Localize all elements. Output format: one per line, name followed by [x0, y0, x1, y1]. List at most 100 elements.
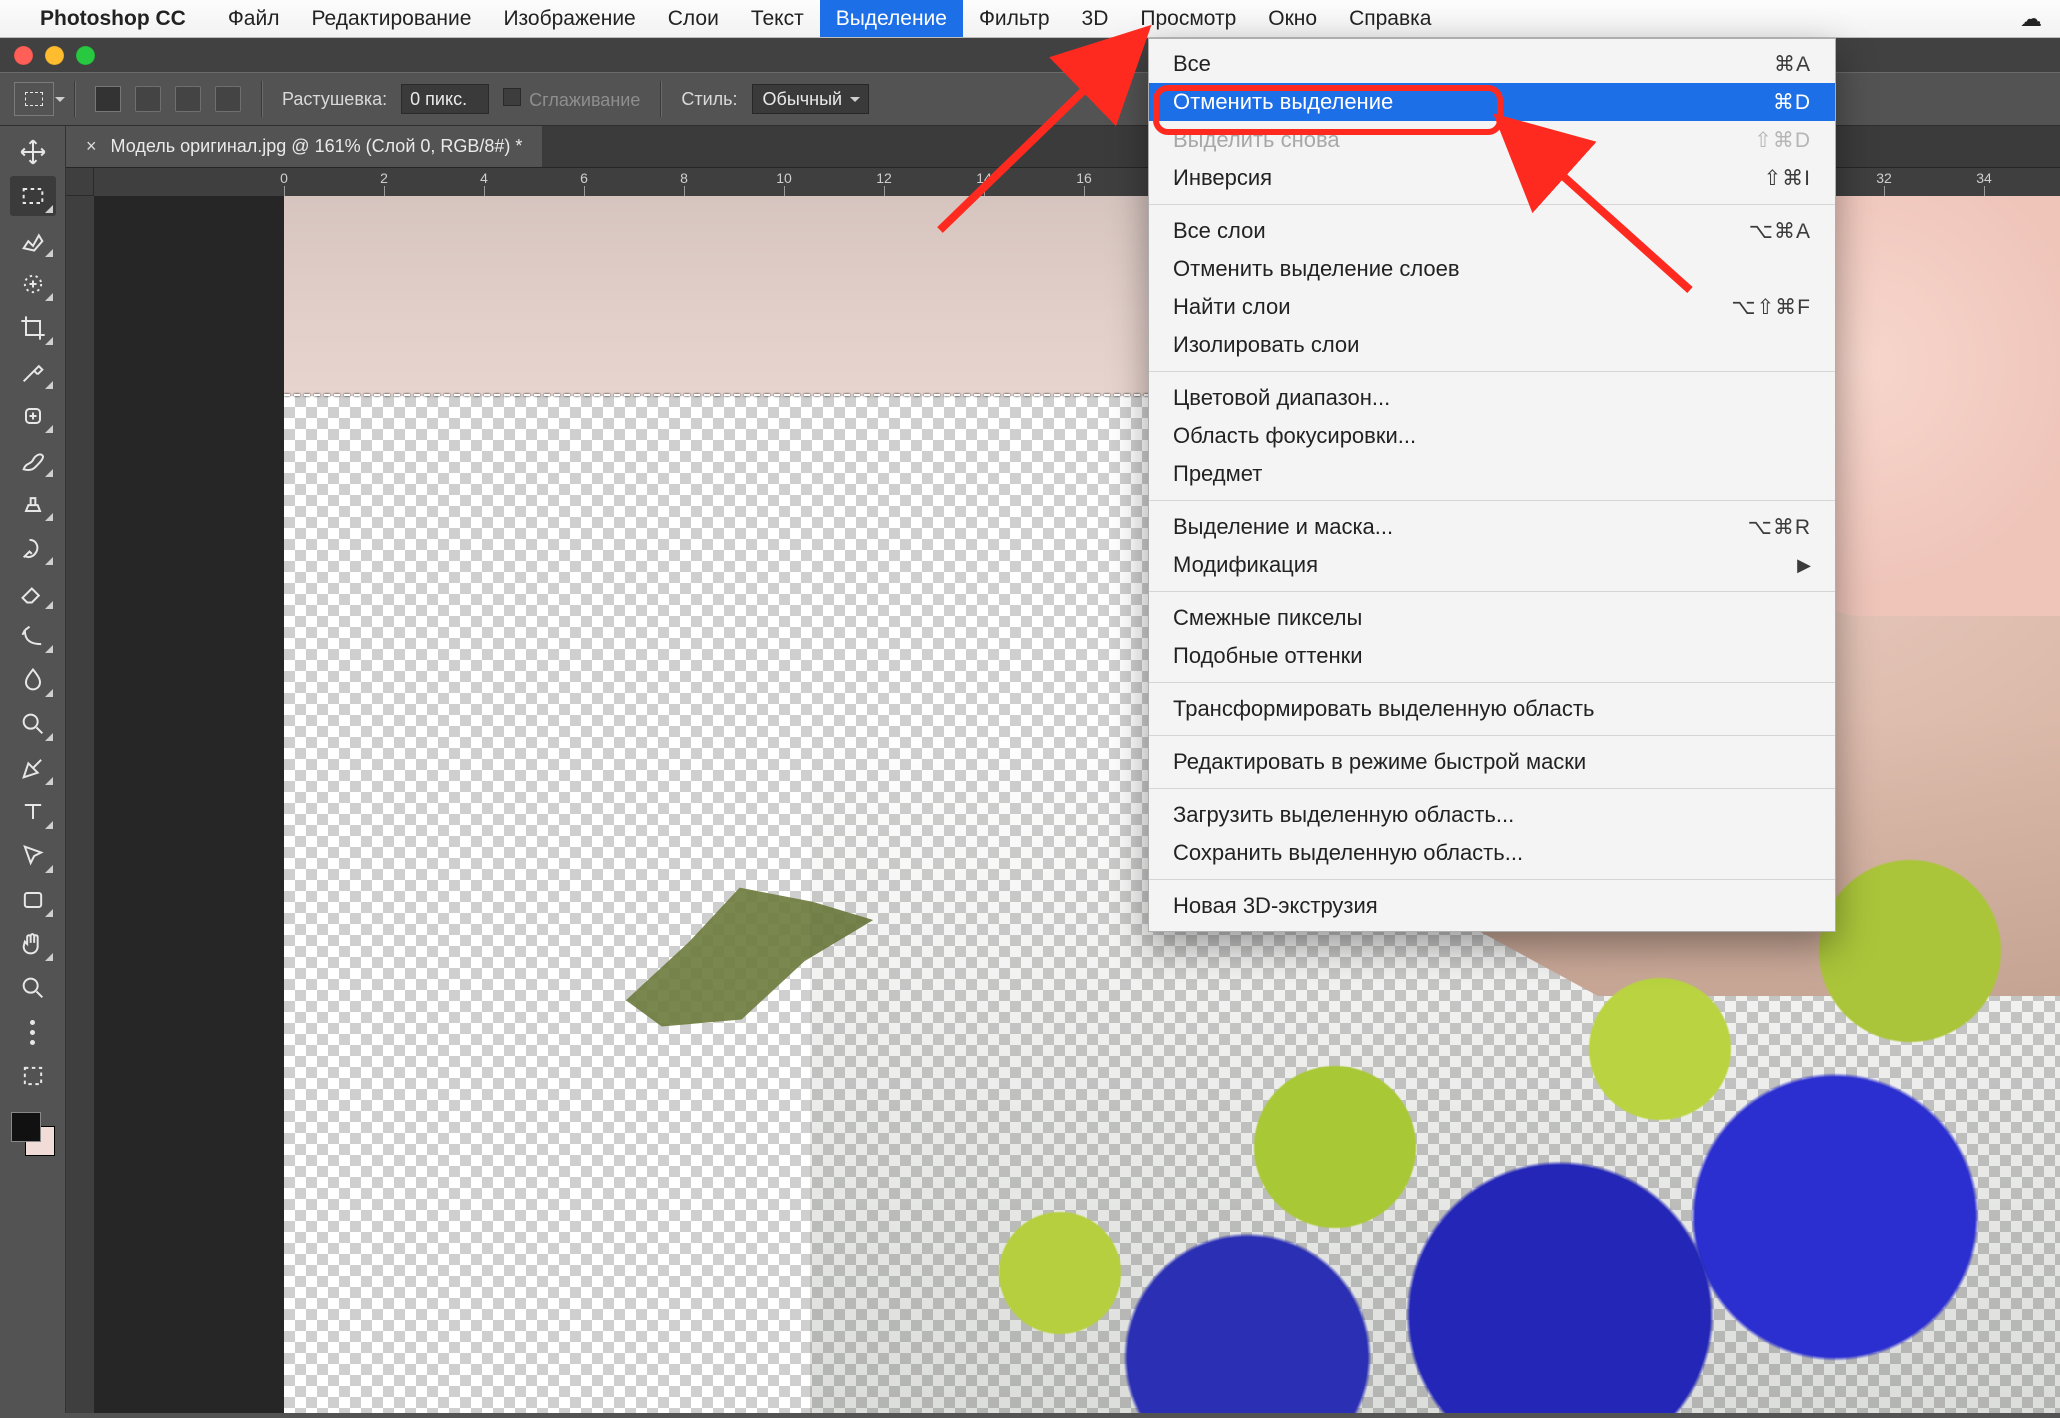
selection-mode-intersect[interactable]	[215, 86, 241, 112]
window-zoom-button[interactable]	[76, 46, 95, 65]
menu-item-label: Новая 3D-экструзия	[1173, 893, 1378, 919]
menu-item[interactable]: Инверсия⇧⌘I	[1149, 159, 1835, 197]
marquee-tool[interactable]	[10, 176, 56, 216]
menu-select[interactable]: Выделение	[820, 0, 963, 37]
menu-item[interactable]: Сохранить выделенную область...	[1149, 834, 1835, 872]
menu-item-shortcut: ⌥⇧⌘F	[1731, 295, 1811, 320]
app-name[interactable]: Photoshop CC	[40, 7, 186, 31]
ruler-origin[interactable]	[66, 168, 94, 196]
menu-item[interactable]: Новая 3D-экструзия	[1149, 887, 1835, 925]
menu-item-label: Инверсия	[1173, 165, 1272, 191]
menu-item-label: Отменить выделение	[1173, 89, 1393, 115]
menu-item[interactable]: Изолировать слои	[1149, 326, 1835, 364]
window-close-button[interactable]	[14, 46, 33, 65]
path-select-tool[interactable]	[10, 836, 56, 876]
menu-view[interactable]: Просмотр	[1124, 0, 1252, 37]
clone-stamp-tool[interactable]	[10, 484, 56, 524]
healing-tool[interactable]	[10, 396, 56, 436]
tools-panel	[0, 126, 66, 1413]
menu-filter[interactable]: Фильтр	[963, 0, 1066, 37]
blur-tool[interactable]	[10, 660, 56, 700]
menu-item[interactable]: Выделение и маска... ⌥⌘R	[1149, 508, 1835, 546]
menu-item[interactable]: Цветовой диапазон...	[1149, 379, 1835, 417]
eraser-tool[interactable]	[10, 572, 56, 612]
menu-item-shortcut: ⌘A	[1774, 52, 1811, 77]
menu-item[interactable]: Смежные пикселы	[1149, 599, 1835, 637]
menu-item[interactable]: Область фокусировки...	[1149, 417, 1835, 455]
selection-mode-new[interactable]	[95, 86, 121, 112]
menu-item-label: Все слои	[1173, 218, 1266, 244]
menu-item-shortcut: ⌥⌘R	[1748, 515, 1811, 540]
menu-layers[interactable]: Слои	[652, 0, 735, 37]
menu-item-label: Редактировать в режиме быстрой маски	[1173, 749, 1586, 775]
more-tools[interactable]	[10, 1012, 56, 1052]
style-label: Стиль:	[681, 89, 737, 110]
lasso-tool[interactable]	[10, 220, 56, 260]
cloud-sync-icon[interactable]: ☁︎	[2020, 6, 2042, 32]
menu-item-label: Выделить снова	[1173, 127, 1340, 153]
menu-item-label: Отменить выделение слоев	[1173, 256, 1460, 282]
menu-item[interactable]: Все слои ⌥⌘A	[1149, 212, 1835, 250]
crop-tool[interactable]	[10, 308, 56, 348]
dodge-tool[interactable]	[10, 704, 56, 744]
menu-item[interactable]: Модификация ▶	[1149, 546, 1835, 584]
selection-mode-add[interactable]	[135, 86, 161, 112]
menu-item-label: Предмет	[1173, 461, 1262, 487]
menu-item[interactable]: Загрузить выделенную область...	[1149, 796, 1835, 834]
foreground-color-swatch[interactable]	[11, 1112, 41, 1142]
menu-image[interactable]: Изображение	[487, 0, 651, 37]
color-swatches[interactable]	[11, 1112, 55, 1156]
menu-item-label: Модификация	[1173, 552, 1318, 578]
menu-item[interactable]: Трансформировать выделенную область	[1149, 690, 1835, 728]
shape-tool[interactable]	[10, 880, 56, 920]
menu-separator	[1149, 371, 1835, 372]
submenu-arrow-icon: ▶	[1797, 555, 1811, 576]
menu-separator	[1149, 591, 1835, 592]
menu-edit[interactable]: Редактирование	[295, 0, 487, 37]
document-tab-title: Модель оригинал.jpg @ 161% (Слой 0, RGB/…	[111, 136, 523, 157]
close-icon[interactable]: ×	[86, 136, 97, 157]
edit-toolbar[interactable]	[10, 1056, 56, 1096]
menu-help[interactable]: Справка	[1333, 0, 1447, 37]
quick-select-tool[interactable]	[10, 264, 56, 304]
menu-item[interactable]: Все⌘A	[1149, 45, 1835, 83]
separator	[74, 81, 75, 117]
gradient-tool[interactable]	[10, 616, 56, 656]
menu-item-shortcut: ⌥⌘A	[1749, 219, 1811, 244]
menu-separator	[1149, 682, 1835, 683]
pen-tool[interactable]	[10, 748, 56, 788]
brush-tool[interactable]	[10, 440, 56, 480]
window-minimize-button[interactable]	[45, 46, 64, 65]
vertical-ruler[interactable]	[66, 196, 94, 1413]
document-tab[interactable]: × Модель оригинал.jpg @ 161% (Слой 0, RG…	[66, 126, 542, 167]
menu-window[interactable]: Окно	[1252, 0, 1333, 37]
tool-preset-picker[interactable]	[14, 82, 54, 116]
zoom-tool[interactable]	[10, 968, 56, 1008]
menu-item[interactable]: Редактировать в режиме быстрой маски	[1149, 743, 1835, 781]
menu-file[interactable]: Файл	[212, 0, 296, 37]
antialias-checkbox[interactable]	[503, 88, 521, 106]
menu-type[interactable]: Текст	[735, 0, 820, 37]
hand-tool[interactable]	[10, 924, 56, 964]
menu-item-label: Подобные оттенки	[1173, 643, 1363, 669]
select-menu-dropdown[interactable]: Все⌘AОтменить выделение⌘D Выделить снова ⇧…	[1148, 38, 1836, 932]
feather-input[interactable]: 0 пикс.	[401, 84, 489, 114]
menu-separator	[1149, 500, 1835, 501]
menu-item[interactable]: Найти слои⌥⇧⌘F	[1149, 288, 1835, 326]
menu-item-label: Трансформировать выделенную область	[1173, 696, 1594, 722]
menu-item[interactable]: Подобные оттенки	[1149, 637, 1835, 675]
eyedropper-tool[interactable]	[10, 352, 56, 392]
menu-item-shortcut: ⇧⌘D	[1754, 128, 1811, 153]
menu-item[interactable]: Отменить выделение⌘D	[1149, 83, 1835, 121]
antialias-option[interactable]: Сглаживание	[503, 88, 640, 111]
selection-mode-subtract[interactable]	[175, 86, 201, 112]
menu-3d[interactable]: 3D	[1066, 0, 1125, 37]
type-tool[interactable]	[10, 792, 56, 832]
feather-label: Растушевка:	[282, 89, 387, 110]
style-dropdown[interactable]: Обычный	[752, 84, 870, 114]
move-tool[interactable]	[10, 132, 56, 172]
menu-item-label: Выделение и маска...	[1173, 514, 1393, 540]
menu-item[interactable]: Предмет	[1149, 455, 1835, 493]
history-brush-tool[interactable]	[10, 528, 56, 568]
menu-item[interactable]: Отменить выделение слоев	[1149, 250, 1835, 288]
